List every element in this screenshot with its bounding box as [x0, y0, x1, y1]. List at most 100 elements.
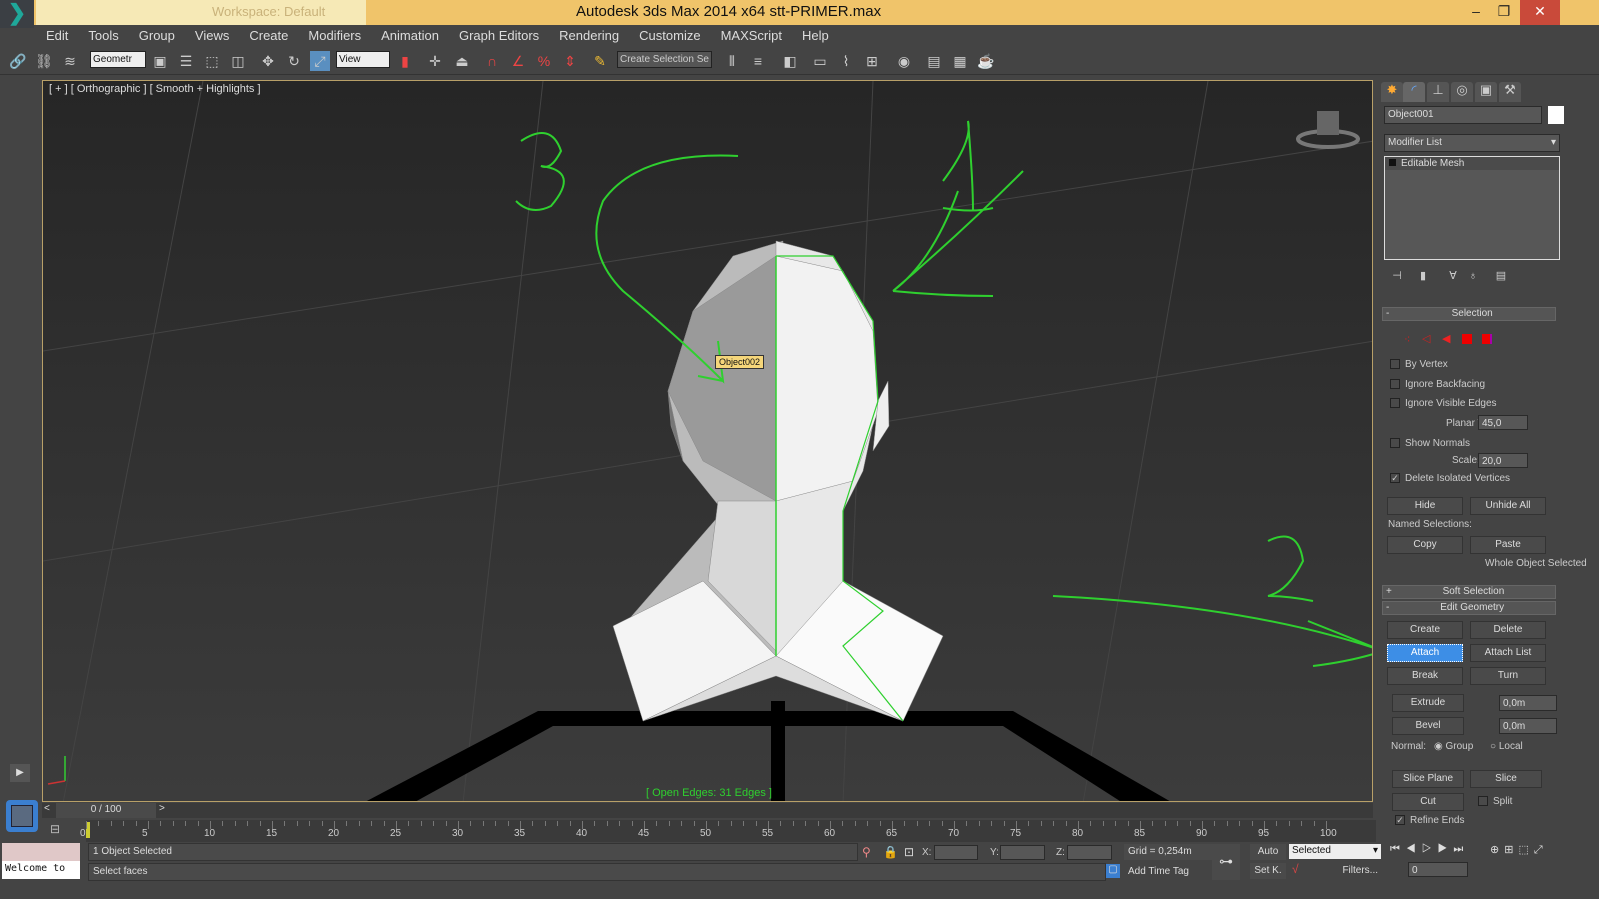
menu-customize[interactable]: Customize [629, 25, 710, 46]
viewport-orthographic[interactable]: [ + ] [ Orthographic ] [ Smooth + Highli… [42, 80, 1373, 802]
app-menu-logo-icon[interactable]: ❯ [0, 0, 34, 28]
menu-modifiers[interactable]: Modifiers [298, 25, 371, 46]
menu-maxscript[interactable]: MAXScript [711, 25, 792, 46]
x-coordinate-field[interactable] [934, 845, 978, 860]
delete-button[interactable]: Delete [1470, 621, 1546, 639]
align-icon[interactable]: ≡ [748, 51, 768, 71]
key-mode-curve-icon[interactable]: √ [1292, 862, 1299, 876]
polygon-subobject-icon[interactable] [1462, 334, 1472, 344]
menu-edit[interactable]: Edit [36, 25, 78, 46]
planar-thresh-spinner[interactable]: 45,0 [1478, 415, 1528, 430]
play-viewport-icon[interactable]: ▶ [10, 764, 30, 782]
previous-frame-icon[interactable]: ◀ [1406, 843, 1422, 855]
edge-subobject-icon[interactable]: ◁ [1422, 332, 1430, 345]
menu-rendering[interactable]: Rendering [549, 25, 629, 46]
normal-group-radio[interactable]: ◉ Group [1434, 741, 1473, 752]
modifier-list-dropdown[interactable]: Modifier List ▾ [1384, 134, 1560, 152]
isolate-selection-icon[interactable]: ⚲ [862, 845, 871, 859]
named-selection-dropdown[interactable]: Create Selection Se [617, 51, 712, 68]
menu-graph-editors[interactable]: Graph Editors [449, 25, 549, 46]
hide-button[interactable]: Hide [1387, 497, 1463, 515]
layer-manager-icon[interactable]: ◧ [780, 51, 800, 71]
element-subobject-icon[interactable] [1482, 334, 1492, 344]
normal-local-radio[interactable]: ○ Local [1490, 741, 1523, 752]
utilities-tab-icon[interactable]: ⚒ [1499, 82, 1521, 102]
extrude-button[interactable]: Extrude [1392, 694, 1464, 712]
prev-frame-icon[interactable]: < [44, 803, 50, 814]
ribbon-icon[interactable]: ▭ [810, 51, 830, 71]
render-setup-icon[interactable]: ▤ [924, 51, 944, 71]
ignore-visible-edges-checkbox[interactable]: Ignore Visible Edges [1390, 398, 1497, 409]
attach-list-button[interactable]: Attach List [1470, 644, 1546, 662]
time-slider[interactable]: < 0 / 100 > [42, 803, 1373, 818]
pivot-center-icon[interactable]: ▮ [395, 51, 415, 71]
add-time-tag-button[interactable]: Add Time Tag [1124, 864, 1212, 880]
maximize-button[interactable]: ❐ [1490, 0, 1518, 25]
zoom-icon[interactable]: ⊕ [1490, 844, 1504, 856]
auto-key-button[interactable]: Auto [1250, 844, 1286, 860]
modify-tab-icon[interactable]: ◜ [1403, 82, 1425, 102]
selection-lock-icon[interactable]: 🔒 [883, 845, 898, 859]
schematic-view-icon[interactable]: ⊞ [862, 51, 882, 71]
bevel-spinner[interactable]: 0,0m [1499, 718, 1557, 734]
absolute-transform-icon[interactable]: ⊡ [904, 845, 914, 859]
menu-group[interactable]: Group [129, 25, 185, 46]
time-slider-thumb[interactable]: 0 / 100 [56, 803, 156, 818]
select-by-name-icon[interactable]: ☰ [176, 51, 196, 71]
rendered-frame-window-icon[interactable]: ▦ [950, 51, 970, 71]
refine-ends-checkbox[interactable]: ✓ Refine Ends [1395, 815, 1464, 826]
menu-help[interactable]: Help [792, 25, 839, 46]
go-to-end-icon[interactable]: ⏭ [1453, 843, 1469, 855]
close-button[interactable]: ✕ [1520, 0, 1560, 25]
motion-tab-icon[interactable]: ◎ [1451, 82, 1473, 102]
expand-icon[interactable] [1389, 159, 1396, 166]
zoom-all-icon[interactable]: ⊞ [1504, 844, 1518, 856]
extrude-spinner[interactable]: 0,0m [1499, 695, 1557, 711]
unhide-all-button[interactable]: Unhide All [1470, 497, 1546, 515]
object-color-swatch[interactable] [1548, 106, 1564, 124]
remove-modifier-icon[interactable]: ♁ [1463, 266, 1483, 286]
mirror-icon[interactable]: ⫴ [722, 51, 742, 71]
key-filters-button[interactable]: Filters... [1310, 863, 1382, 879]
cut-button[interactable]: Cut [1392, 793, 1464, 811]
by-vertex-checkbox[interactable]: By Vertex [1390, 359, 1448, 370]
link-icon[interactable]: 🔗 [8, 51, 28, 71]
stack-item-editable-mesh[interactable]: Editable Mesh [1385, 157, 1559, 170]
key-filter-dropdown[interactable]: Selected ▾ [1289, 844, 1381, 859]
next-frame-icon[interactable]: ▶ [1438, 843, 1454, 855]
select-object-icon[interactable]: ▣ [150, 51, 170, 71]
edit-geometry-rollout-header[interactable]: - Edit Geometry [1382, 601, 1556, 615]
percent-snap-icon[interactable]: % [534, 51, 554, 71]
mini-curve-editor-toggle[interactable] [6, 800, 38, 832]
minimize-button[interactable]: – [1462, 0, 1490, 25]
selection-rollout-header[interactable]: - Selection [1382, 307, 1556, 321]
time-tag-icon[interactable]: ▢ [1106, 864, 1120, 878]
go-to-start-icon[interactable]: ⏮ [1390, 843, 1406, 855]
menu-tools[interactable]: Tools [78, 25, 128, 46]
reference-coordinate-dropdown[interactable]: View [336, 51, 390, 68]
angle-snap-icon[interactable]: ∠ [508, 51, 528, 71]
attach-button[interactable]: Attach [1387, 644, 1463, 662]
rotate-icon[interactable]: ↻ [284, 51, 304, 71]
set-key-button[interactable]: Set K. [1250, 863, 1286, 879]
bevel-button[interactable]: Bevel [1392, 717, 1464, 735]
next-frame-icon[interactable]: > [159, 803, 165, 814]
pin-stack-icon[interactable]: ⊣ [1387, 266, 1407, 286]
turn-button[interactable]: Turn [1470, 667, 1546, 685]
slice-button[interactable]: Slice [1470, 770, 1542, 788]
vertex-subobject-icon[interactable]: ⁖ [1404, 333, 1410, 346]
select-manipulate-icon[interactable]: ✛ [425, 51, 445, 71]
current-frame-field[interactable]: 0 [1408, 862, 1468, 877]
scale-spinner[interactable]: 20,0 [1478, 453, 1528, 468]
configure-modifier-sets-icon[interactable]: ▤ [1491, 266, 1511, 286]
keyboard-shortcut-override-icon[interactable]: ⏏ [452, 51, 472, 71]
rectangular-selection-icon[interactable]: ⬚ [202, 51, 222, 71]
snaps-toggle-icon[interactable]: ∩ [482, 51, 502, 71]
maximize-viewport-icon[interactable]: ⤢ [1534, 844, 1548, 856]
curve-editor-icon[interactable]: ⌇ [836, 51, 856, 71]
material-editor-icon[interactable]: ◉ [894, 51, 914, 71]
edit-named-selection-icon[interactable]: ✎ [590, 51, 610, 71]
paste-button[interactable]: Paste [1470, 536, 1546, 554]
bind-space-warp-icon[interactable]: ≋ [60, 51, 80, 71]
break-button[interactable]: Break [1387, 667, 1463, 685]
